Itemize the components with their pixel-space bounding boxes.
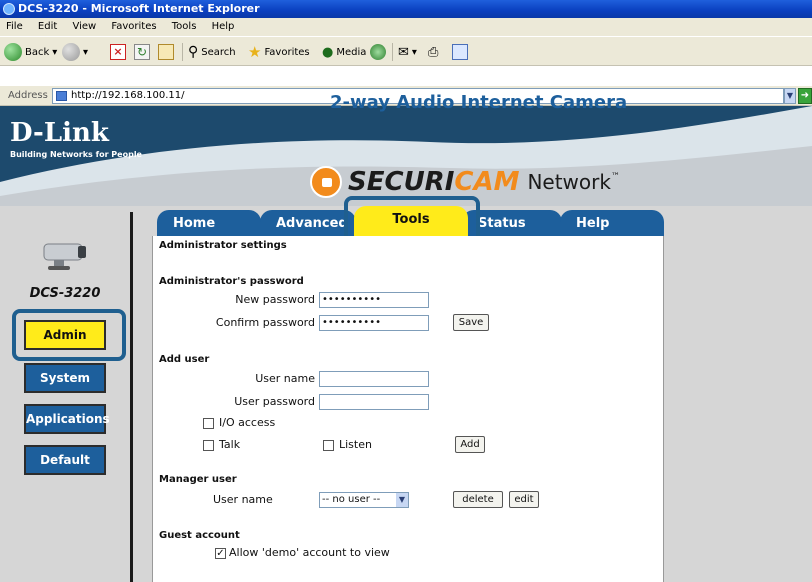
admin-settings-panel: Administrator settings Administrator's p… <box>152 236 664 582</box>
media-icon: ● <box>322 44 334 60</box>
edit-page-button[interactable] <box>452 43 468 61</box>
address-dropdown-button[interactable]: ▼ <box>784 88 796 104</box>
add-button[interactable]: Add <box>455 436 485 453</box>
camera-subtitle: 2-way Audio Internet Camera <box>330 92 628 113</box>
manager-user-name-label: User name <box>213 493 273 506</box>
allow-demo-label: Allow 'demo' account to view <box>229 546 390 559</box>
mail-button[interactable]: ✉ ▾ <box>398 43 417 61</box>
allow-demo-checkbox[interactable]: ✓ <box>215 548 226 559</box>
star-icon: ★ <box>248 43 262 61</box>
save-button[interactable]: Save <box>453 314 489 331</box>
print-button[interactable]: ⎙ <box>428 43 438 61</box>
menu-file[interactable]: File <box>6 21 23 32</box>
ie-icon <box>3 3 15 15</box>
confirm-password-label: Confirm password <box>215 316 315 329</box>
home-icon <box>158 44 174 60</box>
menu-tools[interactable]: Tools <box>172 21 197 32</box>
refresh-button[interactable]: ↻ <box>134 43 150 61</box>
history-icon <box>370 44 386 60</box>
confirm-password-field[interactable]: •••••••••• <box>319 315 429 331</box>
page-icon <box>56 91 67 101</box>
menu-favorites[interactable]: Favorites <box>111 21 156 32</box>
guest-account-title: Guest account <box>159 530 240 541</box>
window-title: DCS-3220 - Microsoft Internet Explorer <box>18 2 260 15</box>
securicam-brand: SECURI CAM Network ™ <box>310 166 620 198</box>
io-access-label: I/O access <box>219 416 276 429</box>
listen-label: Listen <box>339 438 372 451</box>
tab-home[interactable]: Home <box>157 210 261 236</box>
user-name-field[interactable] <box>319 371 429 387</box>
media-button[interactable]: ● Media <box>322 43 366 61</box>
window-titlebar: DCS-3220 - Microsoft Internet Explorer <box>0 0 812 18</box>
page-header: D-Link Building Networks for People SECU… <box>0 106 812 210</box>
search-icon: ⚲ <box>188 44 199 60</box>
chevron-down-icon: ▼ <box>396 493 408 507</box>
mail-icon: ✉ <box>398 44 409 60</box>
refresh-icon: ↻ <box>134 44 150 60</box>
user-name-label: User name <box>255 372 315 385</box>
manager-user-title: Manager user <box>159 474 237 485</box>
menu-edit[interactable]: Edit <box>38 21 57 32</box>
talk-checkbox[interactable] <box>203 440 214 451</box>
go-button[interactable]: ➜ <box>798 88 812 104</box>
admin-password-title: Administrator's password <box>159 276 304 287</box>
tab-advanced[interactable]: Advanced <box>260 210 356 236</box>
print-icon: ⎙ <box>428 44 439 60</box>
new-password-label: New password <box>235 293 315 306</box>
sidebar-applications-button[interactable]: Applications <box>24 404 110 434</box>
chevron-down-icon: ▾ <box>83 46 89 58</box>
menu-bar: File Edit View Favorites Tools Help <box>0 18 812 36</box>
user-password-field[interactable] <box>319 394 429 410</box>
delete-button[interactable]: delete <box>453 491 503 508</box>
dlink-logo: D-Link <box>10 118 109 148</box>
tab-help[interactable]: Help <box>560 210 664 236</box>
manager-user-select[interactable]: -- no user -- ▼ <box>319 492 409 508</box>
history-button[interactable] <box>370 43 386 61</box>
section-title: Administrator settings <box>159 240 287 251</box>
edit-page-icon <box>452 44 468 60</box>
search-button[interactable]: ⚲ Search <box>188 43 236 61</box>
lock-icon <box>310 166 342 198</box>
sidebar-separator <box>130 212 133 582</box>
camera-model: DCS-3220 <box>29 286 101 301</box>
chevron-down-icon: ▾ <box>411 46 417 58</box>
menu-view[interactable]: View <box>72 21 96 32</box>
listen-checkbox[interactable] <box>323 440 334 451</box>
chevron-down-icon: ▾ <box>52 46 58 58</box>
io-access-checkbox[interactable] <box>203 418 214 429</box>
sidebar-admin-button[interactable]: Admin <box>24 320 106 350</box>
address-label: Address <box>8 90 48 101</box>
address-url: http://192.168.100.11/ <box>71 90 185 101</box>
add-user-title: Add user <box>159 354 210 365</box>
back-arrow-icon <box>4 43 22 61</box>
forward-button[interactable]: ▾ <box>62 43 88 61</box>
stop-button[interactable]: × <box>110 43 126 61</box>
browser-toolbar: Back ▾ ▾ × ↻ ⚲ Search ★ Favorites ● Medi… <box>0 36 812 66</box>
home-button[interactable] <box>158 43 174 61</box>
sidebar-system-button[interactable]: System <box>24 363 106 393</box>
talk-label: Talk <box>219 438 241 451</box>
forward-arrow-icon <box>62 43 80 61</box>
edit-button[interactable]: edit <box>509 491 539 508</box>
back-button[interactable]: Back ▾ <box>4 43 57 61</box>
menu-help[interactable]: Help <box>212 21 235 32</box>
new-password-field[interactable]: •••••••••• <box>319 292 429 308</box>
camera-image <box>43 243 86 270</box>
user-password-label: User password <box>234 395 315 408</box>
dlink-tagline: Building Networks for People <box>10 150 142 159</box>
stop-icon: × <box>110 44 126 60</box>
sidebar-default-button[interactable]: Default <box>24 445 106 475</box>
favorites-button[interactable]: ★ Favorites <box>248 43 310 61</box>
